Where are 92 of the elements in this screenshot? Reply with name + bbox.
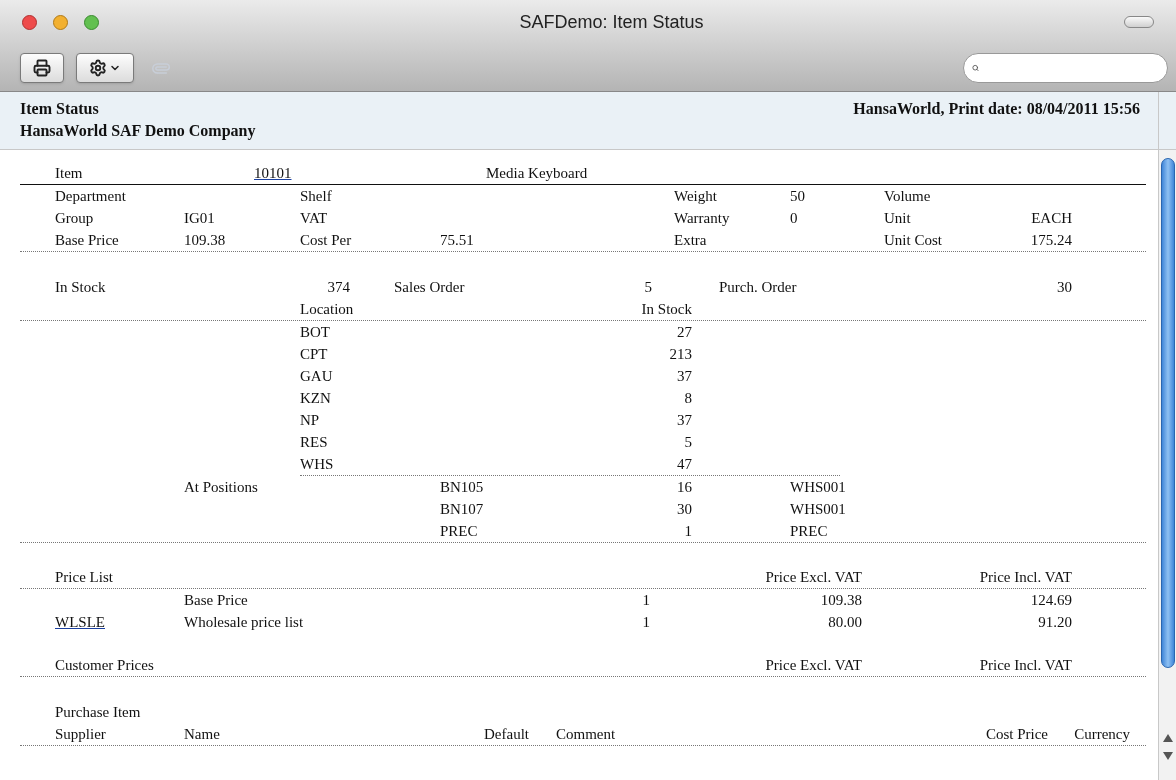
column-header: Comment bbox=[556, 724, 616, 744]
field-value: 109.38 bbox=[184, 230, 226, 250]
print-date: HansaWorld, Print date: 08/04/2011 15:56 bbox=[853, 99, 1140, 119]
table-cell-text: 8 bbox=[684, 388, 692, 408]
field-value: 374 bbox=[327, 277, 350, 297]
field-label: Purch. Order bbox=[719, 277, 797, 297]
field-value: 5 bbox=[644, 277, 652, 297]
field-label: In Stock bbox=[55, 277, 106, 297]
window-title: SAFDemo: Item Status bbox=[519, 10, 704, 34]
scrollbar-thumb[interactable] bbox=[1160, 158, 1175, 668]
field-label: Volume bbox=[884, 186, 931, 206]
close-button[interactable] bbox=[22, 14, 37, 30]
toolbar-toggle-button[interactable] bbox=[1124, 16, 1154, 28]
table-cell-text: WHS001 bbox=[790, 477, 846, 497]
column-header: Price Excl. VAT bbox=[765, 655, 862, 675]
field-label: Warranty bbox=[674, 208, 730, 228]
search-field[interactable] bbox=[963, 52, 1168, 83]
column-header: Currency bbox=[1074, 724, 1130, 744]
column-header: Name bbox=[184, 724, 220, 744]
field-label: Cost Per bbox=[300, 230, 352, 250]
table-cell-text: 124.69 bbox=[1030, 590, 1072, 610]
table-cell-text: PREC bbox=[790, 521, 828, 541]
report-title: Item Status bbox=[20, 99, 99, 119]
column-header: Location bbox=[300, 299, 354, 319]
column-header: In Stock bbox=[641, 299, 692, 319]
field-label: Unit bbox=[884, 208, 911, 228]
field-label: Unit Cost bbox=[884, 230, 942, 250]
table-cell-text: 1 bbox=[642, 612, 650, 632]
company-name: HansaWorld SAF Demo Company bbox=[20, 121, 257, 142]
table-cell-text: 109.38 bbox=[820, 590, 862, 610]
column-header: Supplier bbox=[55, 724, 106, 744]
field-label: Weight bbox=[674, 186, 717, 206]
field-value: EACH bbox=[1031, 208, 1072, 228]
field-label: Item bbox=[55, 164, 83, 184]
table-cell-text: 1 bbox=[684, 521, 692, 541]
table-cell-text: 37 bbox=[677, 366, 692, 386]
section-label: Customer Prices bbox=[55, 655, 154, 675]
print-button[interactable] bbox=[20, 52, 64, 83]
table-cell-text: 30 bbox=[677, 499, 692, 519]
table-cell-text: BN105 bbox=[440, 477, 484, 497]
section-label: Purchase Item bbox=[55, 702, 141, 722]
scroll-up-arrow-icon[interactable] bbox=[1162, 734, 1173, 742]
column-header: Price Excl. VAT bbox=[765, 567, 862, 587]
table-cell-text: 91.20 bbox=[1038, 612, 1072, 632]
table-cell-text: 37 bbox=[677, 410, 692, 430]
table-cell-text: 5 bbox=[684, 432, 692, 452]
table-cell-text: WHS001 bbox=[790, 499, 846, 519]
field-label: Base Price bbox=[55, 230, 119, 250]
field-value: 175.24 bbox=[1030, 230, 1072, 250]
field-label: Department bbox=[55, 186, 126, 206]
table-cell-text: BN107 bbox=[440, 499, 484, 519]
vertical-scrollbar[interactable] bbox=[1158, 150, 1176, 780]
table-cell-text: 213 bbox=[669, 344, 692, 364]
column-header: Default bbox=[484, 724, 529, 744]
settings-icon bbox=[89, 58, 107, 77]
scroll-down-arrow-icon[interactable] bbox=[1162, 752, 1173, 760]
table-cell-text: BOT bbox=[300, 322, 330, 342]
column-header: Price Incl. VAT bbox=[979, 567, 1072, 587]
print-icon bbox=[33, 58, 51, 77]
table-cell-text: 47 bbox=[677, 454, 692, 474]
item-name: Media Keyboard bbox=[486, 164, 588, 184]
section-label: Price List bbox=[55, 567, 113, 587]
field-value: 30 bbox=[1057, 277, 1072, 297]
table-cell-text: NP bbox=[300, 410, 320, 430]
item-code-link[interactable]: 10101 bbox=[254, 162, 292, 185]
table-cell-text: WHS bbox=[300, 454, 334, 474]
field-value: 50 bbox=[790, 186, 805, 206]
table-cell-text: PREC bbox=[440, 521, 478, 541]
price-list-code-link[interactable]: WLSLE bbox=[55, 610, 105, 634]
settings-button[interactable] bbox=[76, 52, 134, 83]
table-cell-text: 27 bbox=[677, 322, 692, 342]
field-value: IG01 bbox=[184, 208, 215, 228]
field-label: Shelf bbox=[300, 186, 332, 206]
field-label: Extra bbox=[674, 230, 707, 250]
field-value: 0 bbox=[790, 208, 798, 228]
table-cell-text: CPT bbox=[300, 344, 328, 364]
field-label: At Positions bbox=[184, 477, 258, 497]
table-cell-text: 80.00 bbox=[828, 612, 862, 632]
table-cell-text: 1 bbox=[642, 590, 650, 610]
column-header: Cost Price bbox=[985, 724, 1048, 744]
table-cell-text: GAU bbox=[300, 366, 333, 386]
column-header: Price Incl. VAT bbox=[979, 655, 1072, 675]
table-cell-text: RES bbox=[300, 432, 328, 452]
table-cell-text: Wholesale price list bbox=[184, 612, 304, 632]
field-label: VAT bbox=[300, 208, 328, 228]
table-cell-text: Base Price bbox=[184, 590, 248, 610]
table-cell-text: KZN bbox=[300, 388, 331, 408]
field-value: 75.51 bbox=[440, 230, 474, 250]
table-cell-text: 16 bbox=[677, 477, 692, 497]
field-label: Group bbox=[55, 208, 94, 228]
field-label: Sales Order bbox=[394, 277, 465, 297]
zoom-button[interactable] bbox=[84, 14, 99, 30]
